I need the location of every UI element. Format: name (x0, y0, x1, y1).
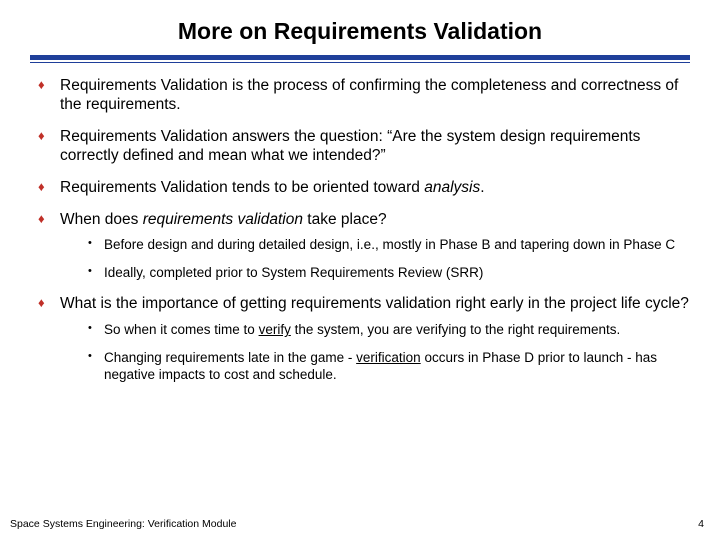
page-number: 4 (698, 518, 704, 530)
bullet-1: Requirements Validation is the process o… (36, 77, 690, 115)
bullet-5: What is the importance of getting requir… (36, 295, 690, 384)
text-run: What is the importance of getting requir… (60, 295, 689, 312)
title-rule (30, 55, 690, 63)
slide-title: More on Requirements Validation (30, 18, 690, 45)
text-run: . (480, 179, 484, 196)
text-run: Requirements Validation (60, 179, 228, 196)
text-run: Requirements Validation (60, 77, 228, 94)
bullet-list: Requirements Validation is the process o… (30, 77, 690, 384)
sub-bullet: So when it comes time to verify the syst… (88, 322, 690, 339)
bullet-2: Requirements Validation answers the ques… (36, 128, 690, 166)
text-run-italic: requirements validation (143, 211, 303, 228)
footer: Space Systems Engineering: Verification … (10, 518, 704, 530)
text-run-italic: analysis (424, 179, 480, 196)
sub-bullet-list: So when it comes time to verify the syst… (60, 322, 690, 384)
bullet-4: When does requirements validation take p… (36, 211, 690, 283)
text-run: tends to be oriented toward (228, 179, 424, 196)
sub-bullet: Changing requirements late in the game -… (88, 350, 690, 384)
text-run: the system, you are verifying to the rig… (291, 322, 620, 337)
text-run: So when it comes time to (104, 322, 259, 337)
text-run: Changing requirements late in the game - (104, 350, 356, 365)
text-run: Requirements Validation (60, 128, 228, 145)
sub-bullet-list: Before design and during detailed design… (60, 237, 690, 282)
text-run-underline: verification (356, 350, 421, 365)
text-run: When does (60, 211, 143, 228)
footer-left: Space Systems Engineering: Verification … (10, 518, 236, 530)
sub-bullet: Before design and during detailed design… (88, 237, 690, 254)
text-run: take place? (303, 211, 387, 228)
bullet-3: Requirements Validation tends to be orie… (36, 179, 690, 198)
text-run-underline: verify (259, 322, 291, 337)
sub-bullet: Ideally, completed prior to System Requi… (88, 265, 690, 282)
